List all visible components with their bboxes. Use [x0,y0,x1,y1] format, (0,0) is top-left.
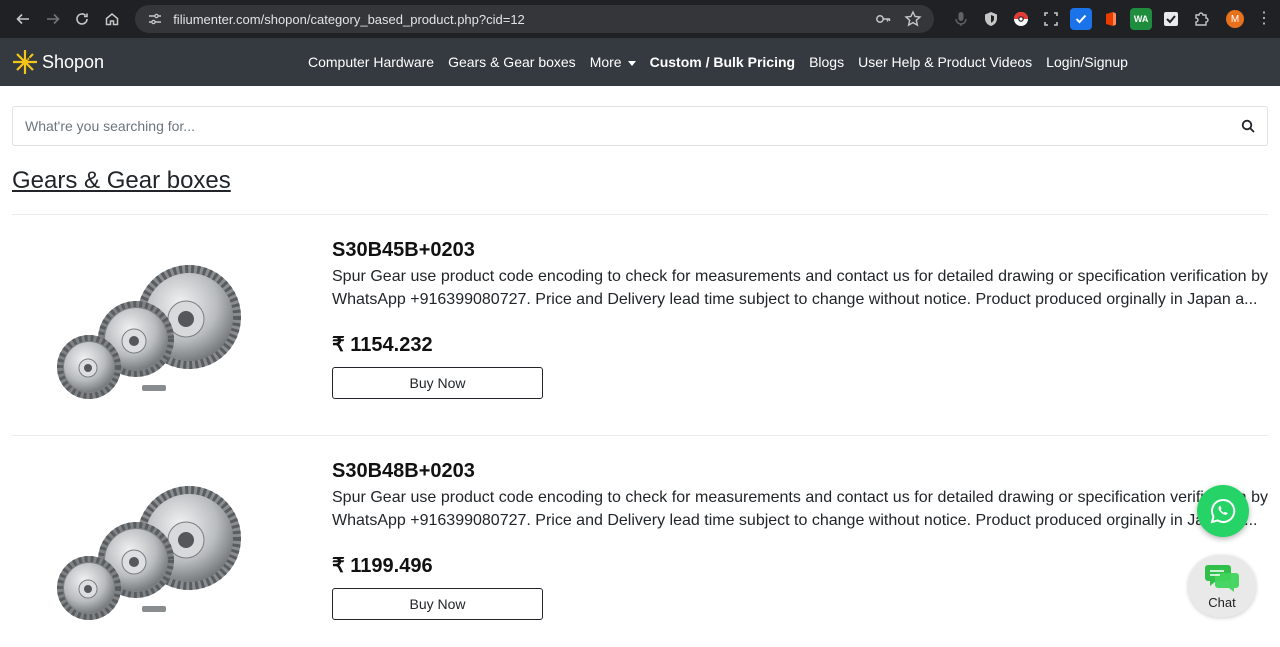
product-info: S30B48B+0203 Spur Gear use product code … [332,436,1268,647]
nav-link-more[interactable]: More [583,54,643,70]
mic-icon[interactable] [950,8,973,30]
buy-now-button[interactable]: Buy Now [332,367,543,399]
product-info: S30B45B+0203 Spur Gear use product code … [332,215,1268,435]
search-input[interactable] [25,118,1241,134]
product-card: S30B45B+0203 Spur Gear use product code … [12,215,1268,436]
product-name[interactable]: S30B45B+0203 [332,237,1268,263]
browser-toolbar: filiumenter.com/shopon/category_based_pr… [0,0,1280,38]
product-price: ₹ 1154.232 [332,334,433,356]
nav-link-label: Computer Hardware [308,54,435,70]
product-list: S30B45B+0203 Spur Gear use product code … [0,215,1280,647]
nav-link-computer-hardware[interactable]: Computer Hardware [301,54,441,70]
nav-link-blogs[interactable]: Blogs [802,54,851,70]
profile-avatar[interactable]: M [1226,10,1244,28]
caret-down-icon [627,60,636,66]
nav-link-login-signup[interactable]: Login/Signup [1039,54,1135,70]
extensions-bar: WA [950,8,1213,30]
chat-bubbles-icon [1205,564,1239,592]
forward-icon[interactable] [38,4,68,34]
nav-link-label: Gears & Gear boxes [448,54,576,70]
check-extension-icon[interactable] [1160,8,1183,30]
search-icon[interactable] [1241,119,1255,133]
whatsapp-button[interactable] [1197,485,1249,537]
nav-link-gears-gear-boxes[interactable]: Gears & Gear boxes [441,54,583,70]
home-icon[interactable] [97,4,127,34]
product-description: Spur Gear use product code encoding to c… [332,268,1268,308]
category-title[interactable]: Gears & Gear boxes [12,166,1268,196]
product-card: S30B48B+0203 Spur Gear use product code … [12,436,1268,647]
whatsapp-web-extension-icon[interactable]: WA [1130,8,1153,30]
pokeball-extension-icon[interactable] [1010,8,1033,30]
checkbox-extension-icon[interactable] [1070,8,1093,30]
product-name[interactable]: S30B48B+0203 [332,458,1268,484]
search-bar [12,106,1268,146]
puzzle-extensions-icon[interactable] [1190,8,1213,30]
screenshot-extension-icon[interactable] [1040,8,1063,30]
brand-name[interactable]: Shopon [42,52,104,73]
nav-link-label: More [589,54,622,70]
whatsapp-icon [1210,498,1236,524]
site-navbar: K Shopon Computer Hardware Gears & Gear b… [0,38,1280,86]
brand[interactable]: K Shopon [12,49,104,75]
chat-widget-button[interactable]: Chat [1188,555,1256,617]
shopon-logo-icon: K [13,50,37,74]
chat-label: Chat [1208,594,1236,610]
product-description: Spur Gear use product code encoding to c… [332,489,1268,529]
reload-icon[interactable] [68,4,98,34]
site-settings-icon[interactable] [147,11,163,27]
office-extension-icon[interactable] [1100,8,1123,30]
url-text[interactable]: filiumenter.com/shopon/category_based_pr… [173,12,862,27]
main-nav: Computer Hardware Gears & Gear boxes More C… [301,38,1135,86]
svg-text:K: K [26,53,32,62]
password-key-icon[interactable] [874,10,892,28]
nav-link-label: Custom / Bulk Pricing [649,54,796,70]
nav-link-label: Blogs [809,54,845,70]
product-image[interactable] [12,436,332,647]
shield-extension-icon[interactable] [980,8,1003,30]
bookmark-star-icon[interactable] [904,10,922,28]
nav-link-label: User Help & Product Videos [858,54,1033,70]
nav-link-label: Login/Signup [1046,54,1128,70]
browser-menu-icon[interactable]: ⋮ [1256,11,1272,27]
nav-link-user-help-product-videos[interactable]: User Help & Product Videos [851,54,1039,70]
buy-now-button[interactable]: Buy Now [332,588,543,620]
back-icon[interactable] [8,4,38,34]
nav-link-custom-bulk-pricing[interactable]: Custom / Bulk Pricing [643,54,802,70]
product-image[interactable] [12,215,332,435]
product-price: ₹ 1199.496 [332,555,433,577]
address-bar[interactable]: filiumenter.com/shopon/category_based_pr… [135,5,935,33]
